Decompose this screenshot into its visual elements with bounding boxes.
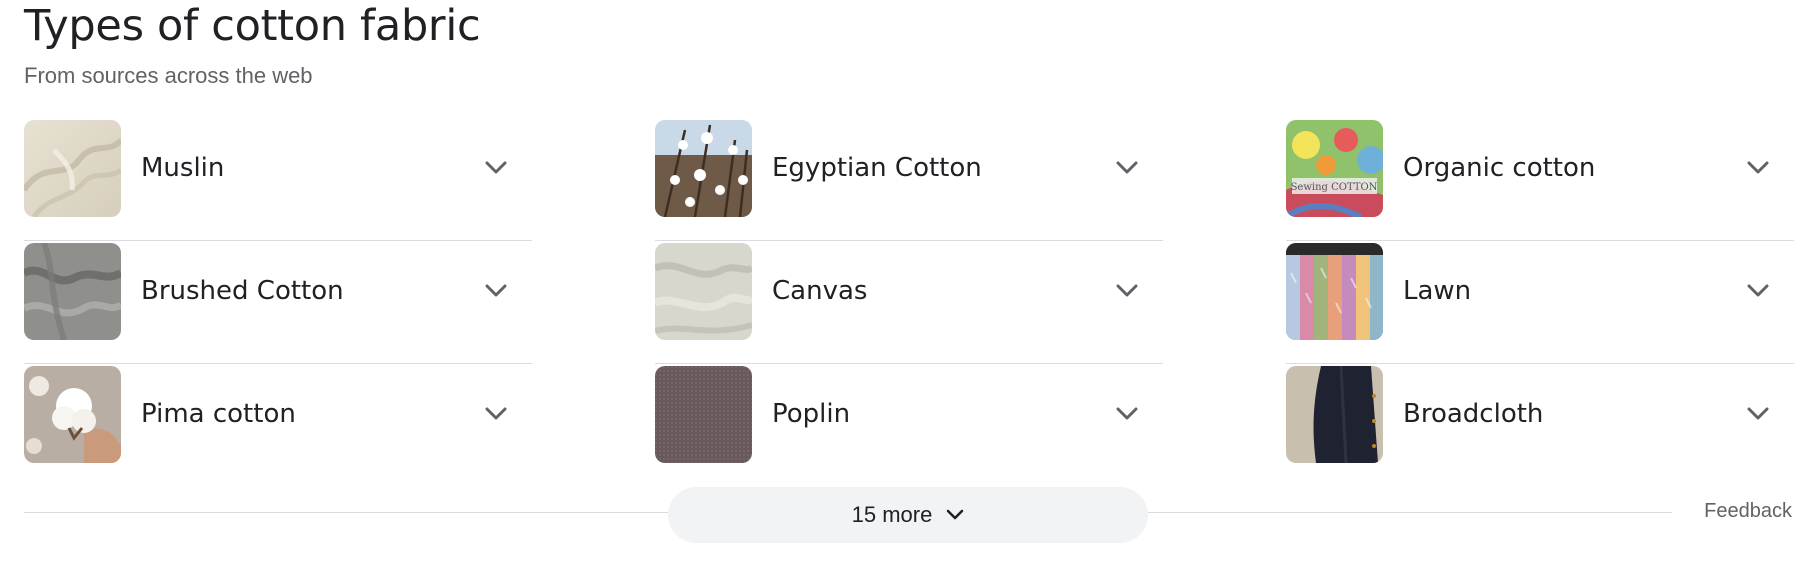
item-label: Pima cotton <box>141 399 296 429</box>
chevron-down-icon[interactable] <box>1742 398 1774 430</box>
list-item-canvas[interactable]: Canvas <box>655 241 1163 364</box>
item-label: Poplin <box>772 399 851 429</box>
page-title: Types of cotton fabric <box>24 1 481 51</box>
chevron-down-icon[interactable] <box>480 152 512 184</box>
list-item-lawn[interactable]: Lawn <box>1286 241 1794 364</box>
list-item-pima-cotton[interactable]: Pima cotton <box>24 364 532 486</box>
egyptian-cotton-thumbnail <box>655 120 752 217</box>
column-3: Sewing COTTON Organic cotton Lawn Broadc… <box>1286 118 1794 486</box>
poplin-thumbnail <box>655 366 752 463</box>
list-item-broadcloth[interactable]: Broadcloth <box>1286 364 1794 486</box>
organic-cotton-thumbnail: Sewing COTTON <box>1286 120 1383 217</box>
list-item-organic-cotton[interactable]: Sewing COTTON Organic cotton <box>1286 118 1794 241</box>
list-item-muslin[interactable]: Muslin <box>24 118 532 241</box>
chevron-down-icon <box>946 509 964 521</box>
column-1: Muslin Brushed Cotton Pima cotton <box>24 118 532 486</box>
show-more-label: 15 more <box>851 502 933 527</box>
feedback-link[interactable]: Feedback <box>1704 500 1792 523</box>
pima-cotton-thumbnail <box>24 366 121 463</box>
list-item-poplin[interactable]: Poplin <box>655 364 1163 486</box>
list-item-egyptian-cotton[interactable]: Egyptian Cotton <box>655 118 1163 241</box>
canvas-thumbnail <box>655 243 752 340</box>
item-label: Canvas <box>772 276 868 306</box>
chevron-down-icon[interactable] <box>1742 152 1774 184</box>
chevron-down-icon[interactable] <box>1111 275 1143 307</box>
chevron-down-icon[interactable] <box>1111 152 1143 184</box>
chevron-down-icon[interactable] <box>1111 398 1143 430</box>
item-label: Brushed Cotton <box>141 276 344 306</box>
muslin-thumbnail <box>24 120 121 217</box>
item-label: Lawn <box>1403 276 1472 306</box>
list-item-brushed-cotton[interactable]: Brushed Cotton <box>24 241 532 364</box>
column-2: Egyptian Cotton Canvas Poplin <box>655 118 1163 486</box>
divider-line <box>1148 512 1672 513</box>
item-label: Egyptian Cotton <box>772 153 982 183</box>
image-caption: Sewing COTTON <box>1291 182 1378 193</box>
chevron-down-icon[interactable] <box>480 398 512 430</box>
item-label: Organic cotton <box>1403 153 1596 183</box>
lawn-thumbnail <box>1286 243 1383 340</box>
show-more-button[interactable]: 15 more <box>668 487 1148 543</box>
page-subtitle: From sources across the web <box>24 63 313 88</box>
brushed-cotton-thumbnail <box>24 243 121 340</box>
chevron-down-icon[interactable] <box>1742 275 1774 307</box>
divider-line <box>24 512 668 513</box>
item-label: Muslin <box>141 153 225 183</box>
broadcloth-thumbnail <box>1286 366 1383 463</box>
item-label: Broadcloth <box>1403 399 1544 429</box>
chevron-down-icon[interactable] <box>480 275 512 307</box>
